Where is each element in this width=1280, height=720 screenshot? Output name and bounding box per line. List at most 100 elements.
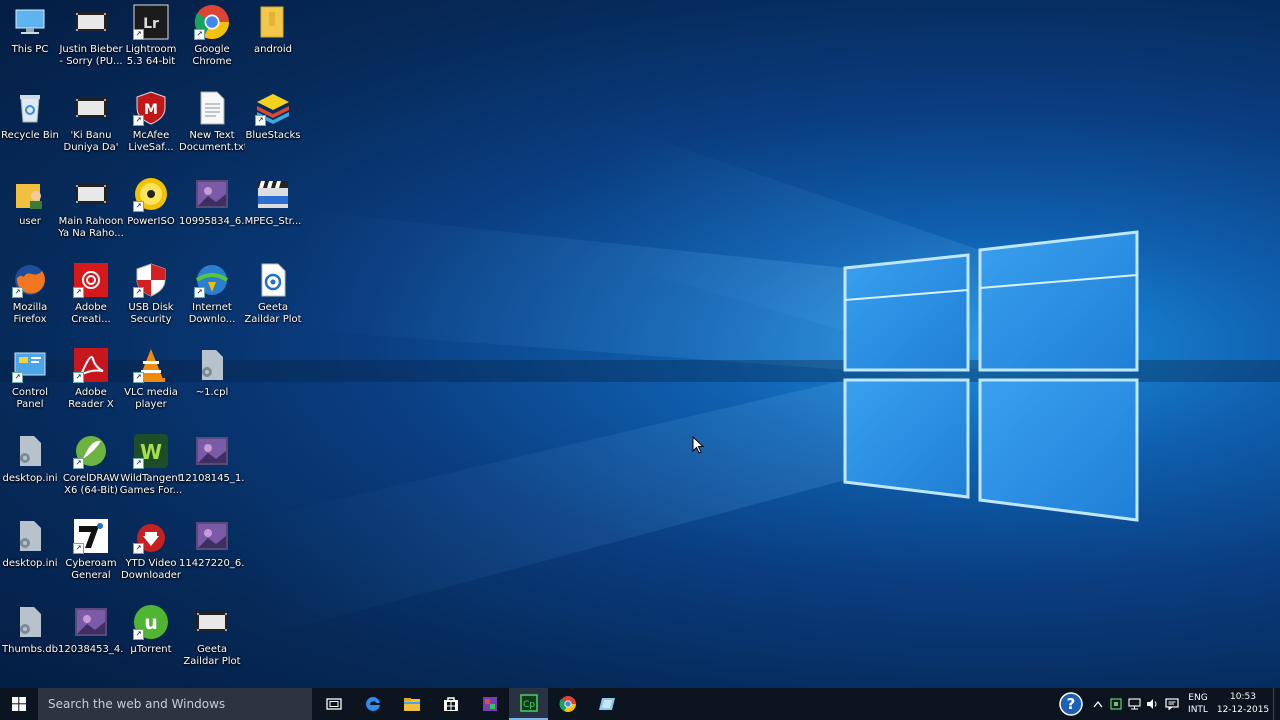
- shortcut-arrow-icon: ↗: [12, 287, 23, 298]
- video-file-icon: [194, 604, 230, 640]
- task-view-icon: [325, 698, 342, 710]
- help-icon: ?: [1059, 692, 1083, 716]
- shortcut-arrow-icon: ↗: [73, 543, 84, 554]
- coreldraw-icon: ↗: [73, 433, 109, 469]
- desktop-icon[interactable]: ↗ VLC media player: [121, 343, 181, 429]
- desktop-icon[interactable]: u ↗ µTorrent: [121, 600, 181, 686]
- desktop-icon-label: Main Rahoon Ya Na Raho...: [58, 216, 124, 239]
- desktop-icon[interactable]: 'Ki Banu Duniya Da' ...: [61, 86, 121, 172]
- desktop-icon[interactable]: Geeta Zaildar Plot Full Vid...: [182, 600, 242, 686]
- desktop-icon[interactable]: desktop.ini: [0, 429, 60, 515]
- desktop-icon-label: user: [19, 216, 41, 227]
- desktop-icon[interactable]: ↗ PowerISO: [121, 172, 181, 258]
- desktop-icon[interactable]: ↗ Google Chrome: [182, 0, 242, 86]
- desktop-icon[interactable]: ↗ CorelDRAW X6 (64-Bit): [61, 429, 121, 515]
- desktop-icon[interactable]: ↗ YTD Video Downloader: [121, 514, 181, 600]
- desktop-icon[interactable]: ↗ Adobe Creati...: [61, 258, 121, 344]
- desktop-icon[interactable]: Recycle Bin: [0, 86, 60, 172]
- desktop-icon[interactable]: Thumbs.db: [0, 600, 60, 686]
- mcafee-icon: M ↗: [133, 90, 169, 126]
- desktop-icon-label: ~1.cpl: [195, 387, 229, 398]
- clock[interactable]: 10:53 12-12-2015: [1213, 688, 1273, 720]
- shortcut-arrow-icon: ↗: [133, 372, 144, 383]
- store-icon: [443, 697, 458, 711]
- desktop-icon[interactable]: ~1.cpl: [182, 343, 242, 429]
- input-language-button[interactable]: ENG INTL: [1183, 688, 1213, 720]
- shortcut-arrow-icon: ↗: [194, 287, 205, 298]
- shortcut-arrow-icon: ↗: [133, 458, 144, 469]
- desktop-icon[interactable]: ↗ Mozilla Firefox: [0, 258, 60, 344]
- user-folder-icon: [12, 176, 48, 212]
- firefox-icon: ↗: [12, 262, 48, 298]
- bluestacks-icon: ↗: [255, 90, 291, 126]
- action-center-button[interactable]: [1161, 688, 1183, 720]
- shortcut-arrow-icon: ↗: [133, 29, 144, 40]
- folder-icon: [255, 4, 291, 40]
- desktop-icon[interactable]: ↗ Control Panel: [0, 343, 60, 429]
- file-explorer-icon: [403, 698, 420, 711]
- desktop-icon[interactable]: android: [243, 0, 303, 86]
- desktop-icon-label: Thumbs.db: [2, 644, 58, 655]
- idm-icon: ↗: [194, 262, 230, 298]
- notification-icon: [1165, 698, 1179, 710]
- image-file-icon: [73, 604, 109, 640]
- desktop-icon[interactable]: ↗ Cyberoam General Aut...: [61, 514, 121, 600]
- svg-text:Cp: Cp: [523, 700, 535, 710]
- chrome-button[interactable]: [548, 688, 587, 720]
- captivate-button[interactable]: Cp: [509, 688, 548, 720]
- volume-button[interactable]: [1143, 688, 1161, 720]
- search-placeholder: Search the web and Windows: [48, 697, 226, 711]
- desktop-icon[interactable]: 10995834_6...: [179, 172, 245, 258]
- shortcut-arrow-icon: ↗: [73, 287, 84, 298]
- desktop-icon-label: YTD Video Downloader: [121, 558, 181, 581]
- desktop-icon[interactable]: desktop.ini: [0, 514, 60, 600]
- chrome-icon: [558, 696, 576, 713]
- desktop-icon[interactable]: 12038453_4...: [58, 600, 124, 686]
- desktop-icon-label: Justin Bieber - Sorry (PU...: [59, 44, 123, 67]
- desktop-icon-label: WildTangent Games For...: [119, 473, 183, 496]
- desktop-icon-label: desktop.ini: [2, 473, 58, 484]
- desktop-icon[interactable]: Lr ↗ Lightroom 5.3 64-bit: [121, 0, 181, 86]
- desktop-icon[interactable]: Geeta Zaildar Plot Full Vid...: [243, 258, 303, 344]
- taskbar-app-button[interactable]: [470, 688, 509, 720]
- start-button[interactable]: [0, 688, 38, 720]
- desktop-icon[interactable]: Main Rahoon Ya Na Raho...: [58, 172, 124, 258]
- svg-text:?: ?: [1067, 695, 1076, 713]
- desktop-icon-label: 12108145_1...: [179, 473, 245, 484]
- chrome-icon: ↗: [194, 4, 230, 40]
- desktop-icon[interactable]: user: [0, 172, 60, 258]
- taskbar-app-button[interactable]: [587, 688, 626, 720]
- desktop-icon[interactable]: W ↗ WildTangent Games For...: [119, 429, 183, 515]
- desktop-icon[interactable]: Justin Bieber - Sorry (PU...: [59, 0, 123, 86]
- desktop-icon-label: CorelDRAW X6 (64-Bit): [62, 473, 120, 496]
- desktop-icon-label: Internet Downlo...: [188, 302, 236, 325]
- desktop-icon-label: Cyberoam General Aut...: [65, 558, 117, 581]
- desktop-icon-label: Lightroom 5.3 64-bit: [125, 44, 177, 67]
- desktop-icon[interactable]: ↗ Internet Downlo...: [182, 258, 242, 344]
- desktop-icon-label: Geeta Zaildar Plot Full Vid...: [244, 302, 302, 325]
- settings-file-icon: [12, 604, 48, 640]
- show-hidden-icons-button[interactable]: [1089, 688, 1107, 720]
- desktop-icon[interactable]: New Text Document.txt: [179, 86, 245, 172]
- tray-app-button[interactable]: [1107, 688, 1125, 720]
- desktop-icon[interactable]: 12108145_1...: [179, 429, 245, 515]
- desktop-icon[interactable]: M ↗ McAfee LiveSaf...: [121, 86, 181, 172]
- desktop-icon[interactable]: ↗ BlueStacks: [243, 86, 303, 172]
- desktop-icon[interactable]: MPEG_Str...: [243, 172, 303, 258]
- help-button[interactable]: ?: [1053, 688, 1089, 720]
- adobe-reader-icon: ↗: [73, 347, 109, 383]
- shortcut-arrow-icon: ↗: [73, 372, 84, 383]
- network-button[interactable]: [1125, 688, 1143, 720]
- desktop-icon[interactable]: 11427220_6...: [179, 514, 245, 600]
- file-explorer-button[interactable]: [392, 688, 431, 720]
- store-button[interactable]: [431, 688, 470, 720]
- mouse-cursor-icon: [692, 436, 704, 454]
- task-view-button[interactable]: [314, 688, 353, 720]
- desktop-icon[interactable]: ↗ Adobe Reader X: [61, 343, 121, 429]
- desktop-icon[interactable]: ↗ USB Disk Security: [121, 258, 181, 344]
- edge-button[interactable]: [353, 688, 392, 720]
- desktop-icon[interactable]: This PC: [0, 0, 60, 86]
- show-desktop-button[interactable]: [1273, 688, 1280, 720]
- search-box[interactable]: Search the web and Windows: [38, 688, 312, 720]
- desktop-icon-label: BlueStacks: [245, 130, 301, 141]
